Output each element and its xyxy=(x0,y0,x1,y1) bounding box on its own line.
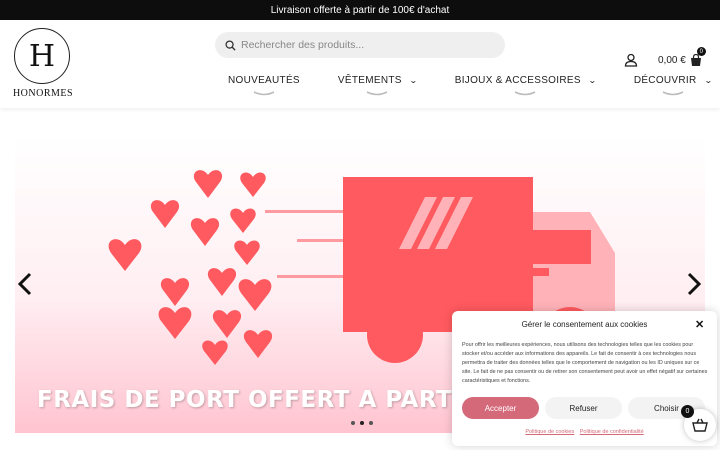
user-account-icon[interactable] xyxy=(624,53,638,67)
basket-icon xyxy=(692,418,708,432)
chevron-down-icon: ⌄ xyxy=(703,75,713,85)
hearts-group xyxy=(108,170,273,365)
logo-letter: H xyxy=(28,38,56,74)
chevron-down-icon: ⌄ xyxy=(408,75,418,85)
logo-name: HONORMES xyxy=(12,88,74,99)
privacy-policy-link[interactable]: Politique de confidentialité xyxy=(580,429,644,435)
search-bar[interactable] xyxy=(215,32,505,58)
nav-item-vetements[interactable]: VÊTEMENTS ⌄ xyxy=(330,70,425,96)
nav-item-decouvrir[interactable]: DÉCOUVRIR ⌄ xyxy=(626,70,720,96)
consent-text: Pour offrir les meilleures expériences, … xyxy=(462,342,708,384)
swoosh-decoration-icon xyxy=(514,91,536,96)
cookie-consent-dialog: Gérer le consentement aux cookies ✕ Pour… xyxy=(452,311,717,446)
nav-label: DÉCOUVRIR xyxy=(633,74,697,86)
consent-links: Politique de cookies Politique de confid… xyxy=(452,429,717,435)
search-icon xyxy=(225,39,236,51)
nav-label: NOUVEAUTÉS xyxy=(228,74,300,86)
swoosh-decoration-icon xyxy=(662,91,684,96)
slider-prev-arrow-icon[interactable] xyxy=(17,272,33,296)
announcement-bar: Livraison offerte à partir de 100€ d'ach… xyxy=(0,0,720,20)
cart-bag-icon: 0 xyxy=(689,47,706,67)
slide-caption: FRAIS DE PORT OFFERT A PARTIR xyxy=(37,387,480,413)
slider-dot-1[interactable] xyxy=(351,421,355,425)
swoosh-decoration-icon xyxy=(253,91,275,96)
consent-title: Gérer le consentement aux cookies xyxy=(521,320,648,329)
slider-pagination xyxy=(351,421,378,425)
cart-count-badge: 0 xyxy=(696,47,706,56)
slider-next-arrow-icon[interactable] xyxy=(686,272,702,296)
nav-label: VÊTEMENTS xyxy=(337,74,402,86)
close-icon[interactable]: ✕ xyxy=(695,318,704,331)
chevron-down-icon: ⌄ xyxy=(587,75,597,85)
swoosh-decoration-icon xyxy=(366,91,388,96)
cookie-policy-link[interactable]: Politique de cookies xyxy=(525,429,574,435)
logo[interactable]: H HONORMES xyxy=(12,28,74,100)
nav-label: BIJOUX & ACCESSOIRES xyxy=(454,74,581,86)
logo-mark: H xyxy=(14,28,70,84)
announcement-text: Livraison offerte à partir de 100€ d'ach… xyxy=(270,4,450,16)
site-header: H HONORMES NOUVEAUTÉS VÊTEMENTS ⌄ BIJOUX… xyxy=(0,20,720,108)
cart-amount: 0,00 € xyxy=(658,54,686,66)
floating-cart-count-badge: 0 xyxy=(681,405,694,418)
nav-item-nouveautes[interactable]: NOUVEAUTÉS xyxy=(220,70,308,96)
header-cart[interactable]: 0,00 € 0 xyxy=(658,47,706,67)
slider-dot-3[interactable] xyxy=(369,421,373,425)
truck-wheel-back xyxy=(367,307,423,363)
refuse-button[interactable]: Refuser xyxy=(545,397,622,419)
slider-dot-2[interactable] xyxy=(360,421,364,425)
accept-button[interactable]: Accepter xyxy=(462,397,539,419)
truck-body xyxy=(343,177,533,332)
search-input[interactable] xyxy=(241,39,491,51)
nav-item-bijoux-accessoires[interactable]: BIJOUX & ACCESSOIRES ⌄ xyxy=(447,70,604,96)
main-nav: NOUVEAUTÉS VÊTEMENTS ⌄ BIJOUX & ACCESSOI… xyxy=(220,70,720,96)
